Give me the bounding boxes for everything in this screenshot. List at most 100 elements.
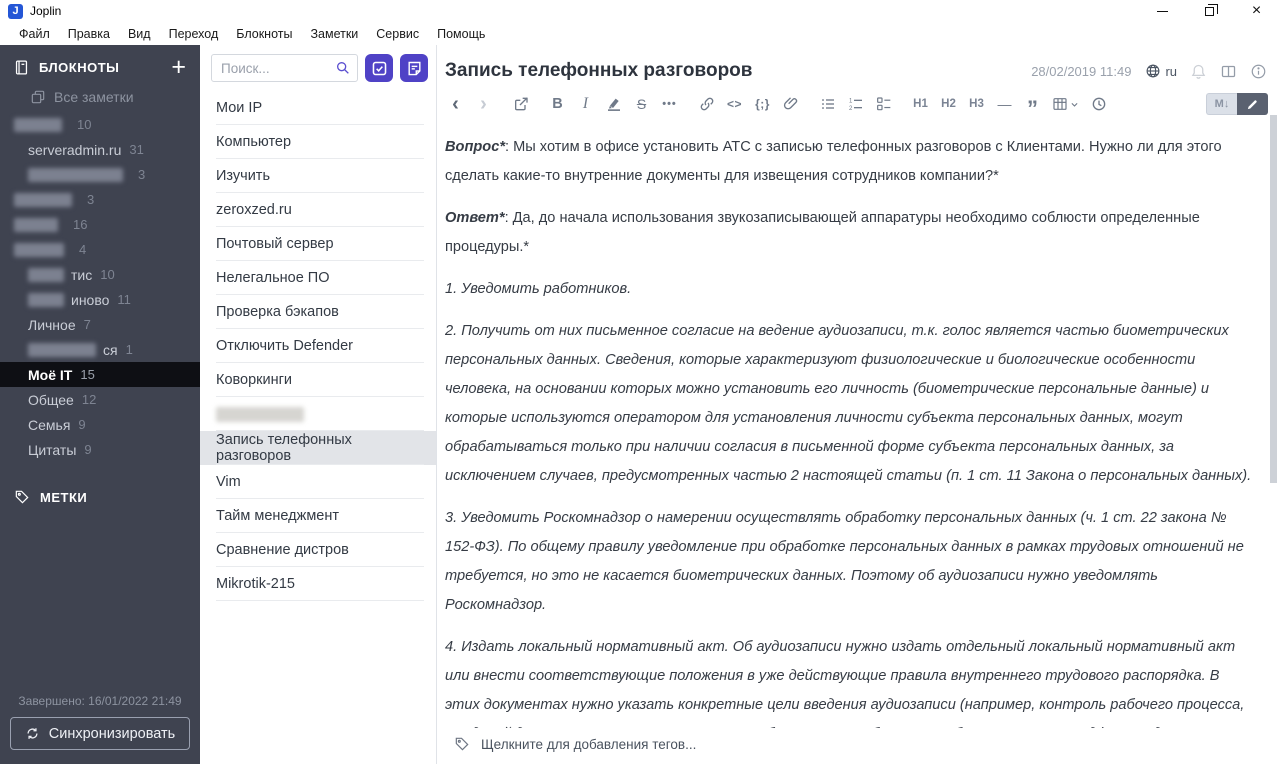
note-title: Коворкинги [216, 372, 293, 388]
toolbar-strikethrough-button[interactable]: S [633, 92, 650, 116]
toolbar-italic-button[interactable]: I [577, 92, 594, 116]
sync-status: Завершено: 16/01/2022 21:49 [18, 694, 182, 708]
note-list-item[interactable]: Изучить [200, 159, 436, 193]
toolbar-code-block-button[interactable]: {;} [754, 92, 771, 116]
menu-блокноты[interactable]: Блокноты [227, 25, 301, 43]
editor-mode-toggle: M↓ [1206, 93, 1268, 115]
toolbar-back-button[interactable]: ‹ [447, 92, 464, 116]
sidebar-notebook-item[interactable]: Семья 9 [0, 412, 200, 437]
notebook-note-count: 10 [100, 267, 115, 282]
sidebar-notebook-item[interactable]: 4 [0, 237, 200, 262]
toolbar-heading2-button[interactable]: H2 [940, 92, 957, 116]
note-list-item[interactable] [200, 397, 436, 431]
minimize-button[interactable] [1139, 0, 1186, 22]
toolbar-table-button[interactable] [1052, 92, 1079, 116]
sidebar-notebook-item[interactable]: иново 11 [0, 287, 200, 312]
notebook-note-count: 3 [138, 167, 146, 182]
sidebar-notebook-item[interactable]: 10 [0, 112, 200, 137]
external-link-icon [513, 96, 529, 112]
toolbar-attach-file-button[interactable] [782, 92, 799, 116]
sidebar-notebook-item[interactable]: тис 10 [0, 262, 200, 287]
sidebar-notebook-item[interactable]: Личное 7 [0, 312, 200, 337]
note-content: Вопрос*: Мы хотим в офисе установить АТС… [437, 121, 1280, 728]
sidebar: БЛОКНОТЫ + Все заметки 10 serveradmin.ru 3… [0, 45, 200, 764]
note-list-item[interactable]: Нелегальное ПО [200, 261, 436, 295]
list-check-icon [876, 96, 892, 112]
toolbar-bulleted-list-button[interactable] [819, 92, 836, 116]
markdown-mode-button[interactable]: M↓ [1206, 93, 1237, 115]
toolbar-insert-datetime-button[interactable] [1090, 92, 1107, 116]
chevron-down-icon [1070, 100, 1079, 109]
sidebar-notebook-item[interactable]: ся 1 [0, 337, 200, 362]
toolbar-quote-button[interactable]: ” [1024, 92, 1041, 120]
toolbar-more-formats-button[interactable]: ••• [661, 92, 678, 116]
note-list-item[interactable]: Коворкинги [200, 363, 436, 397]
notebook-note-count: 1 [125, 342, 133, 357]
richtext-mode-button[interactable] [1237, 93, 1268, 115]
menu-помощь[interactable]: Помощь [428, 25, 494, 43]
sidebar-notebook-item[interactable]: 3 [0, 162, 200, 187]
note-title: Нелегальное ПО [216, 270, 330, 286]
toolbar-horizontal-rule-button[interactable]: — [996, 92, 1013, 116]
note-properties-button[interactable] [1250, 63, 1267, 80]
menu-сервис[interactable]: Сервис [367, 25, 428, 43]
search-icon [335, 60, 351, 76]
note-list-item[interactable]: Почтовый сервер [200, 227, 436, 261]
note-list-item[interactable]: Vim [200, 465, 436, 499]
notebook-label: ся [103, 341, 118, 358]
note-list-item[interactable]: Тайм менеджмент [200, 499, 436, 533]
sidebar-notebook-item[interactable]: 3 [0, 187, 200, 212]
note-title: Запись телефонных разговоров [216, 432, 352, 464]
note-list-item[interactable]: Проверка бэкапов [200, 295, 436, 329]
note-list-item[interactable]: Компьютер [200, 125, 436, 159]
note-list-item[interactable]: Сравнение дистров [200, 533, 436, 567]
synchronize-button[interactable]: Синхронизировать [10, 717, 190, 750]
toolbar-heading1-button[interactable]: H1 [912, 92, 929, 116]
new-note-button[interactable] [400, 54, 428, 82]
close-button[interactable]: × [1233, 0, 1280, 22]
sidebar-notebook-item[interactable]: Моё IT 15 [0, 362, 200, 387]
joplin-logo-icon: J [8, 3, 23, 19]
note-list-item[interactable]: Мои IP [200, 91, 436, 125]
note-title: Изучить [216, 168, 271, 184]
sidebar-notebook-item[interactable]: Цитаты 9 [0, 437, 200, 462]
editor-meta: 28/02/2019 11:49 ru [1031, 63, 1267, 80]
paperclip-icon [783, 96, 799, 112]
toolbar-inline-code-button[interactable]: <> [726, 92, 743, 116]
note-list-item[interactable]: zeroxzed.ru [200, 193, 436, 227]
toolbar-checkbox-list-button[interactable] [875, 92, 892, 116]
toolbar-bold-button[interactable]: B [549, 92, 566, 116]
restore-button[interactable] [1186, 0, 1233, 22]
spellcheck-button[interactable]: ru [1145, 63, 1177, 79]
tag-bar[interactable]: Щелкните для добавления тегов... [437, 728, 1280, 764]
note-list-item[interactable]: Отключить Defender [200, 329, 436, 363]
toolbar-external-edit-button[interactable] [512, 92, 529, 116]
toolbar-heading3-button[interactable]: H3 [968, 92, 985, 116]
note-title-input[interactable]: Запись телефонных разговоров [445, 60, 1031, 82]
tag-icon [14, 489, 30, 505]
new-notebook-button[interactable]: + [171, 55, 186, 80]
toolbar-hyperlink-button[interactable] [698, 92, 715, 116]
menu-правка[interactable]: Правка [59, 25, 119, 43]
toggle-layout-button[interactable] [1220, 63, 1237, 80]
redacted-label [28, 267, 64, 282]
toolbar-forward-button[interactable]: › [475, 92, 492, 116]
note-paragraph: 2. Получить от них письменное согласие н… [445, 323, 1252, 484]
sidebar-item-all-notes[interactable]: Все заметки [0, 84, 200, 112]
new-todo-button[interactable] [365, 54, 393, 82]
sidebar-notebook-item[interactable]: 16 [0, 212, 200, 237]
menu-вид[interactable]: Вид [119, 25, 160, 43]
menu-переход[interactable]: Переход [160, 25, 228, 43]
menu-заметки[interactable]: Заметки [301, 25, 367, 43]
editor-scrollbar[interactable] [1270, 115, 1277, 483]
menu-файл[interactable]: Файл [10, 25, 59, 43]
sidebar-notebook-item[interactable]: serveradmin.ru 31 [0, 137, 200, 162]
note-list-item[interactable]: Запись телефонных разговоров [200, 431, 436, 465]
note-list-item[interactable]: Mikrotik-215 [200, 567, 436, 601]
toolbar-highlight-button[interactable] [605, 92, 622, 116]
sidebar-notebook-item[interactable]: Общее 12 [0, 387, 200, 412]
alarm-button[interactable] [1190, 63, 1207, 80]
toolbar-numbered-list-button[interactable]: 12 [847, 92, 864, 116]
notebook-note-count: 31 [129, 142, 144, 157]
notebook-note-count: 10 [77, 117, 92, 132]
